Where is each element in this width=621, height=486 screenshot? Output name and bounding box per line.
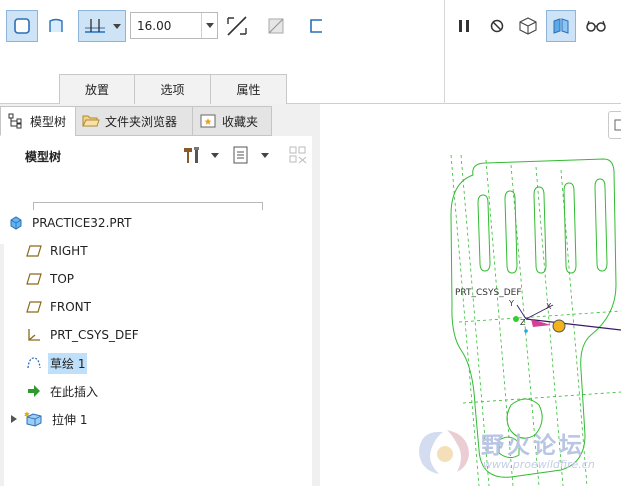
view-only-button[interactable]	[582, 10, 610, 42]
folder-browser-icon	[82, 112, 100, 130]
tools-icon	[184, 147, 199, 163]
tree-item-top[interactable]: TOP	[26, 266, 76, 292]
axis-y-label: Y	[508, 299, 514, 308]
slot-4	[563, 182, 577, 274]
coordinate-system-icon	[26, 327, 42, 343]
depth-value-input[interactable]	[131, 13, 201, 38]
slot-2	[504, 190, 518, 274]
navigator-panel: 模型树 文件夹浏览器 收藏夹 模型树 PRACTICE32.PRT RIGHT …	[0, 104, 320, 486]
tree-item-label: PRT_CSYS_DEF	[50, 328, 139, 342]
extrude-solid-button[interactable]	[6, 10, 38, 42]
verify-preview-button[interactable]	[546, 10, 576, 42]
chevron-down-icon	[211, 152, 219, 158]
thicken-icon	[310, 19, 322, 33]
model-tree: PRACTICE32.PRT RIGHT TOP FRONT PRT_CSYS_…	[4, 210, 312, 486]
navigator-scrollbar[interactable]	[312, 104, 320, 486]
axis-x-label: X	[546, 302, 552, 311]
depth-dropdown-button[interactable]	[201, 13, 217, 38]
insert-here-arrow-icon	[26, 383, 42, 399]
tree-item-label: TOP	[50, 272, 75, 286]
part-icon	[8, 215, 24, 231]
thicken-sketch-button[interactable]	[302, 10, 330, 42]
tree-item-label: PRACTICE32.PRT	[32, 216, 132, 230]
flip-direction-button[interactable]	[222, 10, 252, 42]
no-preview-icon	[490, 19, 504, 33]
extrude-icon: ✱	[24, 411, 44, 427]
chevron-down-icon	[205, 23, 214, 28]
tab-properties[interactable]: 属性	[211, 74, 287, 104]
show-options-button[interactable]	[232, 144, 272, 166]
slot-1	[477, 194, 491, 272]
model-tree-icon	[7, 112, 25, 130]
depth-value-field[interactable]	[130, 12, 218, 39]
watermark-logo-icon	[419, 430, 469, 474]
tree-item-extrude[interactable]: ✱ 拉伸 1	[10, 406, 89, 432]
depth-type-button[interactable]	[78, 10, 126, 42]
extrude-surface-button[interactable]	[42, 10, 70, 42]
expand-arrow-icon[interactable]	[10, 414, 18, 424]
extrude-dashboard: 放置 选项 属性	[0, 0, 621, 104]
blind-depth-icon	[85, 19, 105, 33]
surface-icon	[49, 18, 63, 32]
glasses-icon	[586, 20, 606, 32]
svg-text:✱: ✱	[24, 411, 30, 419]
tab-folder-browser[interactable]: 文件夹浏览器	[75, 106, 193, 136]
tab-favorites-label: 收藏夹	[222, 114, 259, 129]
no-preview-button[interactable]	[485, 10, 509, 42]
tree-item-right[interactable]: RIGHT	[26, 238, 90, 264]
preview-wireframe-button[interactable]	[514, 10, 542, 42]
watermark-url: www.proewildfire.cn	[483, 458, 595, 471]
pause-icon	[459, 20, 469, 32]
tab-placement[interactable]: 放置	[59, 74, 135, 104]
ribbon-divider	[444, 0, 445, 104]
favorites-icon	[199, 112, 217, 130]
navigator-tabs: 模型树 文件夹浏览器 收藏夹	[0, 106, 272, 136]
datum-plane-icon	[26, 271, 42, 287]
tab-favorites[interactable]: 收藏夹	[192, 106, 272, 136]
remove-material-icon	[268, 18, 284, 34]
forum-watermark: 野火论坛 www.proewildfire.cn	[413, 422, 621, 486]
watermark-title: 野火论坛	[481, 433, 585, 459]
dashboard-tabs: 放置 选项 属性	[59, 74, 287, 104]
detach-icon	[289, 146, 307, 164]
detach-tree-button[interactable]	[286, 144, 310, 166]
chevron-down-icon	[113, 23, 121, 29]
tab-model-tree-label: 模型树	[30, 114, 67, 129]
slot-5	[594, 178, 608, 272]
tree-item-front[interactable]: FRONT	[26, 294, 93, 320]
tab-model-tree[interactable]: 模型树	[0, 106, 76, 136]
tree-item-label: RIGHT	[50, 244, 88, 258]
sketch-icon	[26, 355, 42, 371]
datum-plane-icon	[26, 243, 42, 259]
csys-label: PRT_CSYS_DEF	[455, 288, 522, 298]
slot-3	[533, 186, 547, 274]
solid-icon	[14, 18, 30, 34]
pause-button[interactable]	[452, 10, 476, 42]
tab-options[interactable]: 选项	[135, 74, 211, 104]
wireframe-preview-icon	[519, 17, 537, 35]
settings-tools-button[interactable]	[182, 144, 222, 166]
tree-item-label: 草绘 1	[48, 352, 88, 374]
tree-item-label: FRONT	[50, 300, 91, 314]
show-list-icon	[233, 146, 248, 164]
chevron-down-icon	[261, 152, 269, 158]
tree-item-label: 拉伸 1	[52, 412, 88, 427]
axis-z-label: Z	[520, 318, 526, 327]
model-tree-title: 模型树	[25, 150, 62, 164]
datum-plane-icon	[26, 299, 42, 315]
flip-direction-icon	[227, 16, 247, 36]
remove-material-button[interactable]	[262, 10, 290, 42]
tree-item-sketch[interactable]: 草绘 1	[26, 350, 88, 376]
tab-folder-browser-label: 文件夹浏览器	[105, 114, 178, 129]
tree-item-root[interactable]: PRACTICE32.PRT	[8, 210, 133, 236]
verify-preview-icon	[553, 18, 569, 34]
tree-item-csys[interactable]: PRT_CSYS_DEF	[26, 322, 141, 348]
tree-item-insert-here[interactable]: 在此插入	[26, 378, 100, 404]
tree-item-label: 在此插入	[50, 384, 99, 399]
